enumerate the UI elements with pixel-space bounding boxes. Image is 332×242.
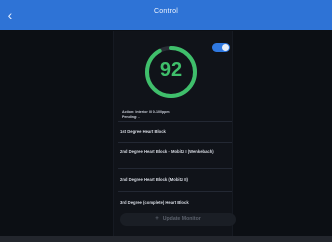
plus-icon: +	[155, 216, 159, 222]
bottom-bar	[0, 236, 332, 242]
update-monitor-label: Update Monitor	[162, 216, 201, 222]
option-complete-block[interactable]: 3rd Degree (complete) Heart Block	[118, 191, 232, 213]
page-title: Control	[154, 8, 178, 15]
option-mobitz-ii-block[interactable]: 2nd Degree Heart Block (Mobitz II)	[118, 168, 232, 191]
rhythm-option-list: 1st Degree Heart Block 2nd Degree Heart …	[118, 121, 232, 213]
option-first-degree-block[interactable]: 1st Degree Heart Block	[118, 121, 232, 142]
control-panel: 92 Action: Interior III 0-100ppm Pending…	[113, 31, 233, 242]
update-monitor-button[interactable]: + Update Monitor	[120, 213, 236, 226]
status-block: Action: Interior III 0-100ppm Pending: -	[122, 110, 230, 120]
option-mobitz-i-block[interactable]: 2nd Degree Heart Block - Mobitz I (Wenke…	[118, 142, 232, 168]
monitor-toggle[interactable]	[212, 43, 230, 52]
pending-text: Pending: -	[122, 115, 140, 119]
toggle-knob	[222, 44, 229, 51]
navigation-bar: ‹ Control	[0, 0, 332, 30]
gauge-value: 92	[159, 59, 183, 81]
